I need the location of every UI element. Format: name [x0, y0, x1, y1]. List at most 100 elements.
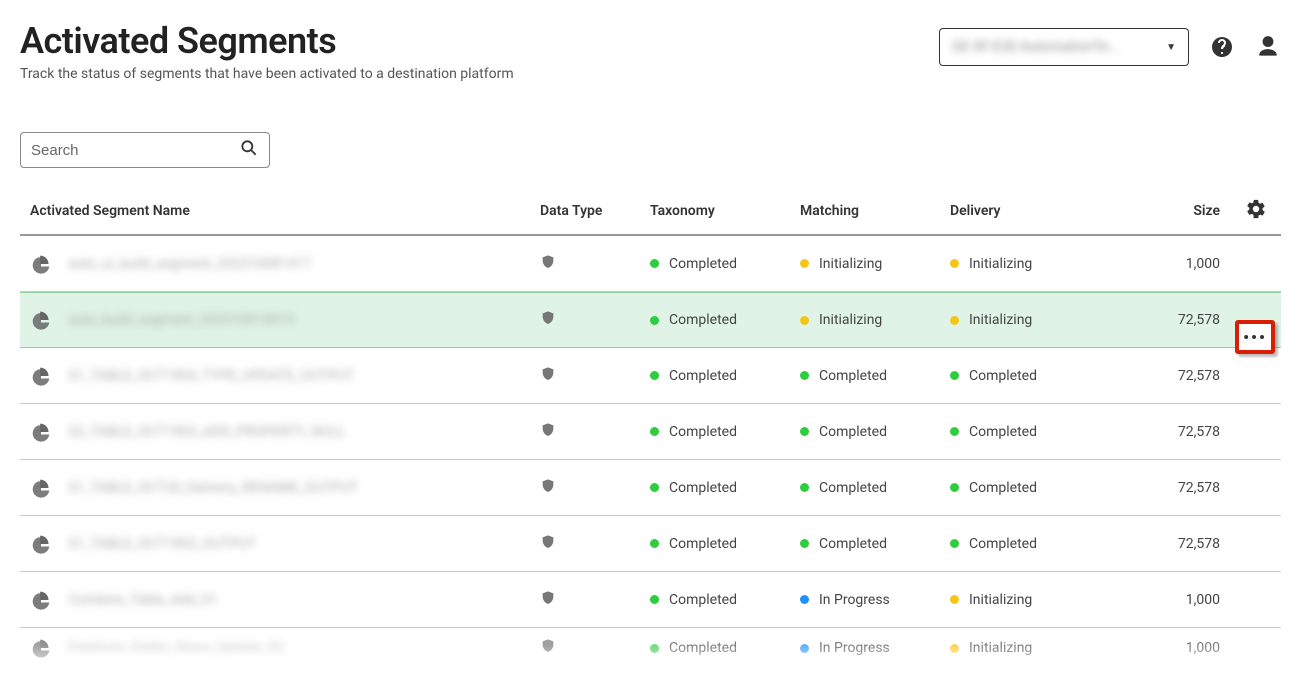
account-dropdown-label: GE SF-E2E-AutomationTe... [952, 39, 1120, 55]
col-header-name[interactable]: Activated Segment Name [30, 203, 540, 219]
status-dot [950, 595, 959, 604]
table-row[interactable]: auto_build_segment_202310014913Completed… [20, 292, 1281, 348]
matching-status: Completed [819, 536, 887, 552]
status-dot [950, 427, 959, 436]
matching-status: Completed [819, 480, 887, 496]
shield-icon [540, 365, 558, 385]
shield-icon [540, 309, 558, 329]
size-value: 72,578 [1120, 312, 1220, 328]
segment-name: S1_TABLE_OCT1904_TYPE_UPDATE_OUTPUT [68, 368, 354, 384]
table-row[interactable]: S2_TABLE_OCT1903_ADD_PROPERTY_NULL Comple… [20, 404, 1281, 460]
status-dot [800, 427, 809, 436]
segment-name: S1_TABLE_OCT1902_OUTPUT [68, 536, 256, 552]
segment-name: Freeform_Public_Rows_Update_S2 [68, 640, 284, 656]
taxonomy-status: Completed [669, 424, 737, 440]
user-icon[interactable] [1255, 34, 1281, 60]
segment-icon [30, 477, 52, 499]
size-value: 1,000 [1120, 640, 1220, 656]
segment-name: auto_ui_build_segment_202310081417 [68, 256, 311, 272]
status-dot [950, 259, 959, 268]
shield-icon [540, 533, 558, 553]
shield-icon [540, 637, 558, 657]
segment-name: auto_build_segment_202310014913 [68, 312, 294, 328]
col-header-taxonomy[interactable]: Taxonomy [650, 203, 800, 219]
taxonomy-status: Completed [669, 536, 737, 552]
table-row[interactable]: Freeform_Public_Rows_Update_S2CompletedI… [20, 628, 1281, 668]
segment-icon [30, 365, 52, 387]
search-input[interactable] [31, 142, 231, 159]
account-dropdown[interactable]: GE SF-E2E-AutomationTe... ▼ [939, 28, 1189, 66]
status-dot [650, 539, 659, 548]
shield-icon [540, 253, 558, 273]
chevron-down-icon: ▼ [1166, 42, 1176, 53]
status-dot [800, 316, 809, 325]
status-dot [950, 644, 959, 653]
status-dot [950, 539, 959, 548]
size-value: 72,578 [1120, 424, 1220, 440]
segment-icon [30, 309, 52, 331]
delivery-status: Initializing [969, 640, 1032, 656]
search-box[interactable] [20, 132, 270, 168]
segment-name: S1_TABLE_OCT20_Delivery_RENAME_OUTPUT [68, 480, 358, 496]
matching-status: Initializing [819, 256, 882, 272]
table-row[interactable]: S1_TABLE_OCT20_Delivery_RENAME_OUTPUT Com… [20, 460, 1281, 516]
status-dot [800, 483, 809, 492]
size-value: 72,578 [1120, 480, 1220, 496]
size-value: 1,000 [1120, 256, 1220, 272]
segment-name: Combine_Table_Add_S1 [68, 592, 218, 608]
status-dot [650, 427, 659, 436]
page-subtitle: Track the status of segments that have b… [20, 66, 514, 82]
segment-icon [30, 253, 52, 275]
status-dot [650, 483, 659, 492]
matching-status: In Progress [819, 592, 890, 608]
table-row[interactable]: S1_TABLE_OCT1904_TYPE_UPDATE_OUTPUT Compl… [20, 348, 1281, 404]
status-dot [800, 644, 809, 653]
segment-icon [30, 637, 52, 659]
col-header-matching[interactable]: Matching [800, 203, 950, 219]
delivery-status: Initializing [969, 256, 1032, 272]
gear-icon[interactable] [1245, 198, 1267, 220]
delivery-status: Completed [969, 536, 1037, 552]
page-title: Activated Segments [20, 20, 514, 62]
delivery-status: Completed [969, 368, 1037, 384]
delivery-status: Completed [969, 424, 1037, 440]
shield-icon [540, 421, 558, 441]
taxonomy-status: Completed [669, 592, 737, 608]
help-icon[interactable] [1209, 34, 1235, 60]
segment-name: S2_TABLE_OCT1903_ADD_PROPERTY_NULL [68, 424, 346, 440]
shield-icon [540, 477, 558, 497]
more-icon: ••• [1243, 328, 1267, 347]
size-value: 1,000 [1120, 592, 1220, 608]
size-value: 72,578 [1120, 536, 1220, 552]
segment-icon [30, 533, 52, 555]
shield-icon [540, 589, 558, 609]
delivery-status: Initializing [969, 592, 1032, 608]
status-dot [800, 595, 809, 604]
segments-table: Activated Segment Name Data Type Taxonom… [20, 188, 1281, 668]
size-value: 72,578 [1120, 368, 1220, 384]
status-dot [800, 371, 809, 380]
table-row[interactable]: auto_ui_build_segment_202310081417 Comple… [20, 236, 1281, 292]
matching-status: Completed [819, 424, 887, 440]
status-dot [650, 259, 659, 268]
status-dot [650, 316, 659, 325]
status-dot [950, 483, 959, 492]
status-dot [800, 539, 809, 548]
col-header-delivery[interactable]: Delivery [950, 203, 1120, 219]
col-header-size[interactable]: Size [1120, 203, 1220, 219]
matching-status: Initializing [819, 312, 882, 328]
status-dot [950, 371, 959, 380]
col-header-datatype[interactable]: Data Type [540, 203, 650, 219]
segment-icon [30, 589, 52, 611]
taxonomy-status: Completed [669, 256, 737, 272]
table-header: Activated Segment Name Data Type Taxonom… [20, 188, 1281, 236]
matching-status: Completed [819, 368, 887, 384]
status-dot [800, 259, 809, 268]
status-dot [650, 371, 659, 380]
matching-status: In Progress [819, 640, 890, 656]
segment-icon [30, 421, 52, 443]
table-row[interactable]: S1_TABLE_OCT1902_OUTPUT Completed Complete… [20, 516, 1281, 572]
table-row[interactable]: Combine_Table_Add_S1 Completed In Progress… [20, 572, 1281, 628]
status-dot [650, 644, 659, 653]
taxonomy-status: Completed [669, 368, 737, 384]
